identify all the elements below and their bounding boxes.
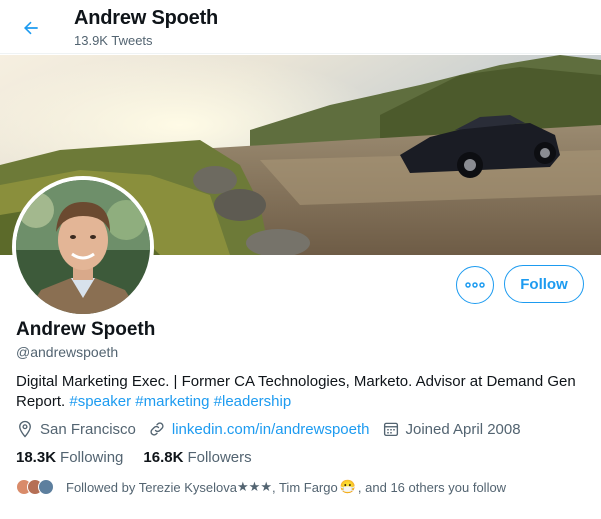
profile-bio: Digital Marketing Exec. | Former CA Tech… [16,372,576,412]
followers-count: 16.8K [143,449,184,466]
profile-meta: San Francisco linkedin.com/in/andrewspoe… [16,419,533,439]
more-icon [465,282,485,288]
location-text: San Francisco [40,420,136,438]
followed-by[interactable]: Followed by Terezie Kyselova ★★★ , Tim F… [16,477,506,497]
followed-by-suffix: , and 16 others you follow [357,479,507,495]
followers-label: Followers [187,449,252,466]
header-title: Andrew Spoeth [74,7,219,29]
website: linkedin.com/in/andrewspoeth [148,420,370,438]
more-options-button[interactable] [456,266,494,304]
follow-stats: 18.3K Following 16.8K Followers [16,449,272,466]
stars-text: ★★★ [237,479,272,494]
hashtag-speaker[interactable]: #speaker [69,393,131,410]
hashtag-marketing[interactable]: #marketing [135,393,209,410]
follower-avatars [16,479,54,495]
website-link[interactable]: linkedin.com/in/andrewspoeth [172,421,370,438]
mask-emoji-icon: 😷 [339,479,356,494]
avatar-image [16,180,150,314]
followed-by-middle: , Tim Fargo [271,479,338,495]
profile-handle: @andrewspoeth [16,344,119,360]
calendar-icon [383,422,398,437]
following-count: 18.3K [16,449,57,466]
followers-stat[interactable]: 16.8K Followers [143,449,251,466]
joined-date: Joined April 2008 [382,420,521,438]
location-icon [19,420,31,438]
tweet-count: 13.9K Tweets [74,33,153,48]
profile-name: Andrew Spoeth [16,319,156,340]
joined-text: Joined April 2008 [405,420,521,438]
follow-button[interactable]: Follow [504,265,584,303]
profile-avatar[interactable] [12,176,154,318]
followed-by-prefix: Followed by Terezie Kyselova [66,479,238,495]
back-button[interactable] [14,11,48,45]
location: San Francisco [16,420,136,438]
following-stat[interactable]: 18.3K Following [16,449,123,466]
back-arrow-icon [24,21,38,35]
following-label: Following [60,449,124,466]
link-icon [150,422,164,436]
profile-header: Andrew Spoeth 13.9K Tweets [0,0,601,54]
follower-avatar [38,479,54,495]
hashtag-leadership[interactable]: #leadership [214,393,292,410]
